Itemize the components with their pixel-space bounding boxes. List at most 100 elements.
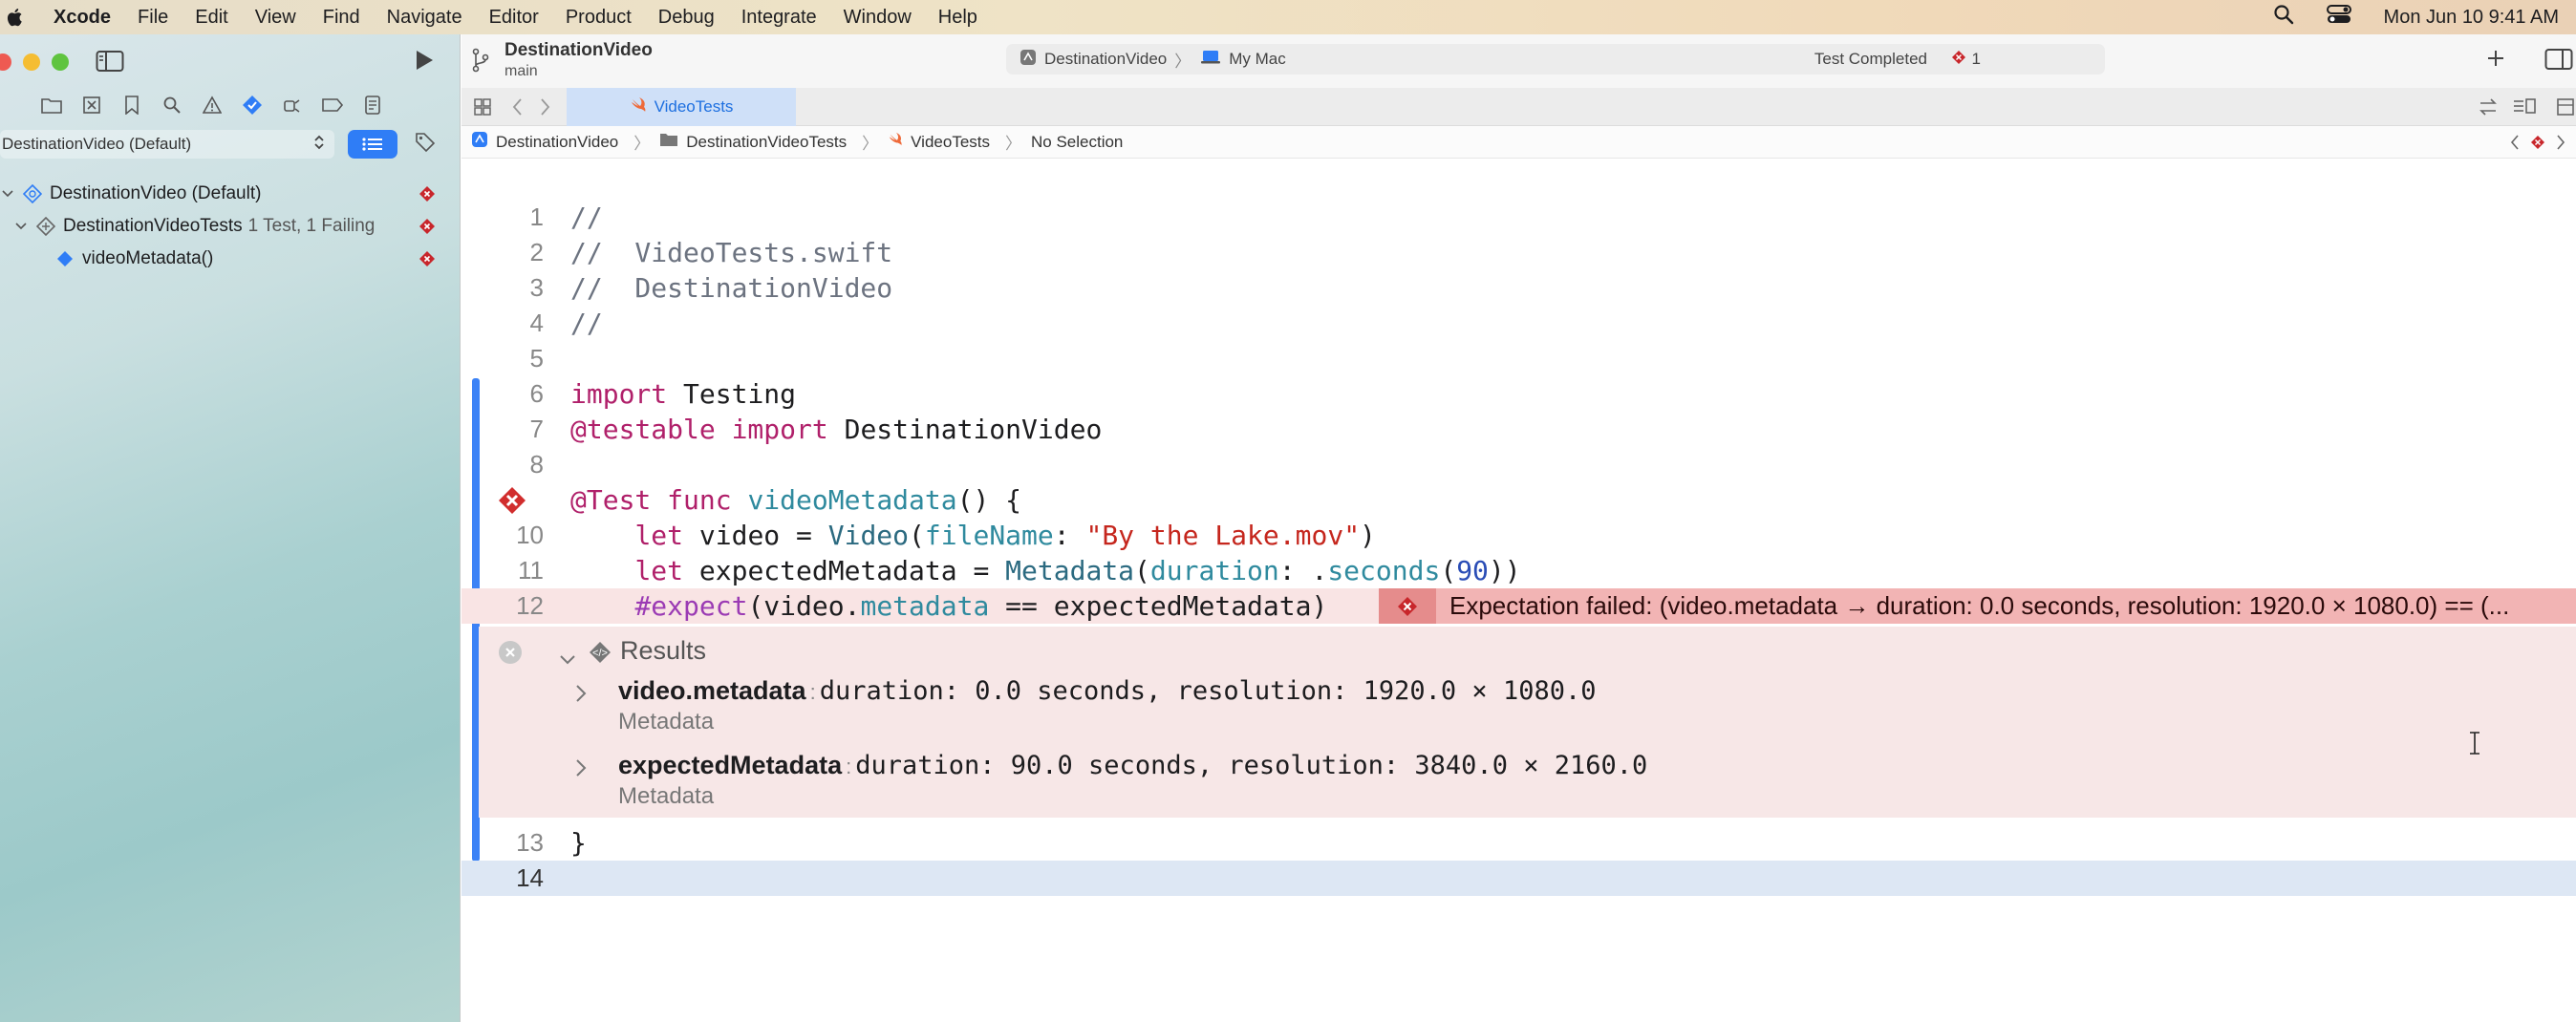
app-icon <box>471 131 488 153</box>
sidebar-toggle-icon[interactable] <box>96 50 124 77</box>
line-number: 7 <box>529 415 544 443</box>
inspector-toggle-icon[interactable] <box>2544 48 2573 75</box>
menu-window[interactable]: Window <box>830 7 925 29</box>
code-line: 6 import Testing <box>462 376 2576 412</box>
menu-product[interactable]: Product <box>552 7 645 29</box>
scheme-selector[interactable]: DestinationVideo 〉 <box>1020 48 1191 72</box>
test-failure-x-icon[interactable] <box>498 486 526 519</box>
menu-find[interactable]: Find <box>310 7 374 29</box>
branch-icon <box>471 48 490 77</box>
breakpoint-navigator-icon[interactable] <box>321 94 344 117</box>
menu-edit[interactable]: Edit <box>182 7 241 29</box>
code-line-error: 12 #expect(video.metadata == expectedMet… <box>462 588 2576 624</box>
source-control-navigator-icon[interactable] <box>80 94 103 117</box>
breadcrumb-folder[interactable]: DestinationVideoTests 〉 <box>659 130 878 154</box>
scheme-filter-select[interactable]: DestinationVideo (Default) <box>0 130 334 159</box>
source-editor[interactable]: 1 // 2 // VideoTests.swift 3 // Destinat… <box>462 159 2576 1022</box>
navigator-sidebar: DestinationVideo (Default) DestinationVi… <box>0 34 461 1022</box>
run-destination-selector[interactable]: My Mac <box>1200 50 1286 70</box>
line-number: 14 <box>516 863 544 892</box>
dismiss-results-icon[interactable] <box>498 640 523 671</box>
next-issue-icon[interactable] <box>2555 134 2566 156</box>
code-line: 7 @testable import DestinationVideo <box>462 412 2576 447</box>
grid-icon[interactable] <box>473 97 492 121</box>
run-button[interactable] <box>413 48 436 77</box>
chevron-right-icon: 〉 <box>1005 135 1021 153</box>
add-editor-icon[interactable] <box>2556 97 2575 121</box>
breadcrumb-selection[interactable]: No Selection <box>1031 133 1123 152</box>
code-line: 1 // <box>462 200 2576 235</box>
zoom-window-button[interactable] <box>52 53 69 71</box>
chevron-down-icon[interactable] <box>13 222 29 231</box>
bookmark-navigator-icon[interactable] <box>120 94 143 117</box>
tab-videotests[interactable]: VideoTests <box>567 88 796 126</box>
previous-issue-icon[interactable] <box>2509 134 2521 156</box>
line-number: 1 <box>529 202 544 231</box>
error-diamond-icon[interactable] <box>2530 135 2545 155</box>
show-tests-filter-button[interactable] <box>348 130 397 159</box>
error-count: 1 <box>1971 50 1981 68</box>
find-navigator-icon[interactable] <box>161 94 183 117</box>
editor-tab-bar: VideoTests <box>462 88 2576 126</box>
add-library-plus-icon[interactable] <box>2485 48 2506 74</box>
test-navigator-diamond-icon[interactable] <box>241 94 264 117</box>
chevron-right-icon[interactable] <box>574 758 588 782</box>
apple-icon[interactable] <box>6 7 32 28</box>
test-navigator-tree: DestinationVideo (Default) DestinationVi… <box>0 178 461 275</box>
menu-debug[interactable]: Debug <box>645 7 728 29</box>
line-number: 10 <box>516 521 544 549</box>
jump-bar: DestinationVideo 〉 DestinationVideoTests… <box>462 126 2576 159</box>
report-navigator-icon[interactable] <box>361 94 384 117</box>
chevron-right-icon[interactable] <box>574 684 588 708</box>
swift-file-icon <box>888 132 903 152</box>
project-title[interactable]: DestinationVideo <box>504 40 653 61</box>
code-text: // <box>570 202 603 233</box>
menu-file[interactable]: File <box>124 7 182 29</box>
back-arrow-icon[interactable] <box>511 97 525 121</box>
tree-row-test-target[interactable]: DestinationVideoTests 1 Test, 1 Failing <box>0 210 461 243</box>
line-number: 5 <box>529 344 544 373</box>
close-window-button[interactable] <box>0 53 11 71</box>
breadcrumb-project[interactable]: DestinationVideo 〉 <box>471 130 650 154</box>
swap-arrows-icon[interactable] <box>2478 97 2499 121</box>
window-toolbar: DestinationVideo main DestinationVideo 〉… <box>462 34 2576 88</box>
debug-navigator-icon[interactable] <box>281 94 304 117</box>
menubar-clock[interactable]: Mon Jun 10 9:41 AM <box>2384 7 2559 29</box>
line-number: 3 <box>529 273 544 302</box>
menu-navigate[interactable]: Navigate <box>374 7 476 29</box>
activity-view[interactable]: DestinationVideo 〉 My Mac Test Completed… <box>1006 44 2105 75</box>
spotlight-search-icon[interactable] <box>2273 4 2294 31</box>
result-item[interactable]: video.metadata: duration: 0.0 seconds, re… <box>479 674 2576 741</box>
menu-view[interactable]: View <box>242 7 310 29</box>
menu-help[interactable]: Help <box>925 7 991 29</box>
line-number: 4 <box>529 309 544 337</box>
code-line: 3 // DestinationVideo <box>462 270 2576 306</box>
breadcrumb-file-label: VideoTests <box>911 132 990 151</box>
chevron-down-icon[interactable] <box>0 189 15 199</box>
forward-arrow-icon[interactable] <box>538 97 551 121</box>
issue-navigator-warning-icon[interactable] <box>201 94 224 117</box>
control-center-icon[interactable] <box>2326 4 2351 31</box>
scheme-filter-value: DestinationVideo (Default) <box>2 135 192 153</box>
tag-filter-icon[interactable] <box>415 132 436 158</box>
tree-row-test-function[interactable]: videoMetadata() <box>0 243 461 275</box>
project-navigator-folder-icon[interactable] <box>40 94 63 117</box>
menu-app-xcode[interactable]: Xcode <box>46 7 124 29</box>
scheme-name: DestinationVideo <box>1044 50 1168 68</box>
menu-editor[interactable]: Editor <box>476 7 552 29</box>
menu-integrate[interactable]: Integrate <box>728 7 830 29</box>
editor-options-icon[interactable] <box>2512 97 2537 121</box>
tree-label-test-plan: DestinationVideo (Default) <box>50 183 262 203</box>
result-value: duration: 0.0 seconds, resolution: 1920.… <box>819 676 1597 706</box>
error-count-badge[interactable]: 1 <box>1951 50 1981 70</box>
result-expression: expectedMetadata: duration: 90.0 seconds,… <box>618 751 1648 780</box>
minimize-window-button[interactable] <box>23 53 40 71</box>
project-branch[interactable]: main <box>504 63 538 80</box>
tree-row-test-plan[interactable]: DestinationVideo (Default) <box>0 178 461 210</box>
code-text: } <box>570 827 587 859</box>
breadcrumb-file[interactable]: VideoTests 〉 <box>888 130 1021 154</box>
chevron-updown-icon <box>313 134 325 156</box>
result-item[interactable]: expectedMetadata: duration: 90.0 seconds,… <box>479 749 2576 816</box>
chevron-down-icon[interactable] <box>559 644 576 673</box>
error-message-banner[interactable]: Expectation failed: (video.metadata → du… <box>1379 588 2576 624</box>
